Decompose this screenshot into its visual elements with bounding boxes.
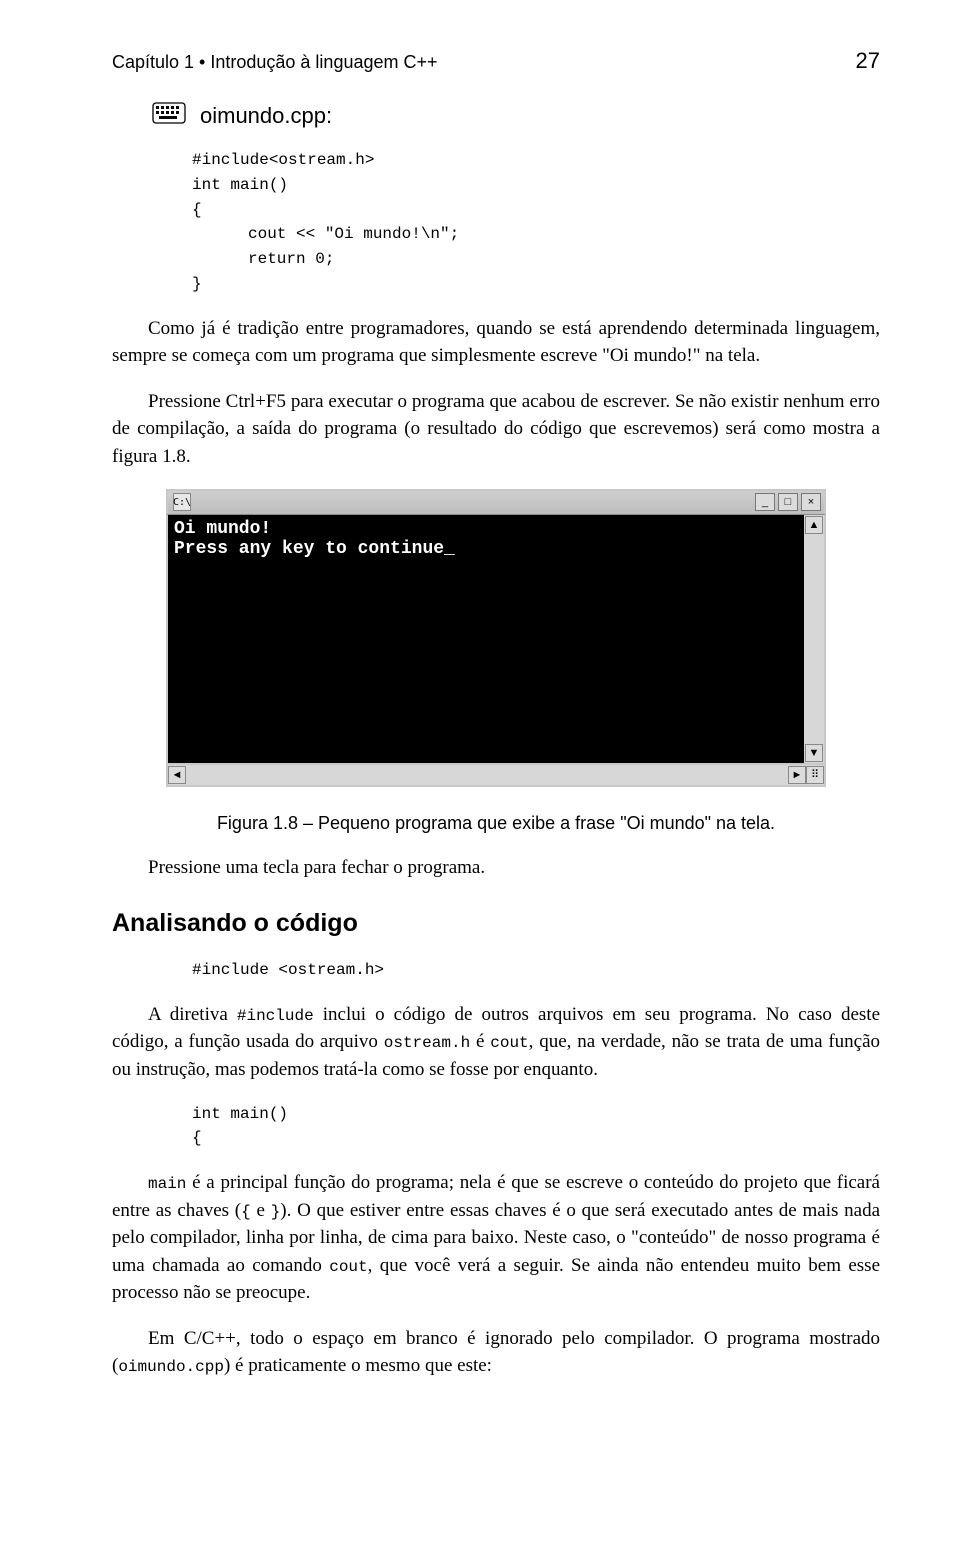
console-body-wrap: Oi mundo! Press any key to continue_ ▲ ▼ xyxy=(166,515,826,765)
running-head: Capítulo 1 • Introdução à linguagem C++ … xyxy=(112,48,880,74)
inline-code: cout xyxy=(490,1034,528,1052)
inline-code: ostream.h xyxy=(384,1034,470,1052)
code-line: { xyxy=(192,201,202,219)
paragraph: Como já é tradição entre programadores, … xyxy=(112,315,880,370)
paragraph: Pressione Ctrl+F5 para executar o progra… xyxy=(112,388,880,471)
page-number: 27 xyxy=(856,48,880,74)
paragraph: main é a principal função do programa; n… xyxy=(112,1169,880,1307)
console-line: Press any key to continue_ xyxy=(174,539,455,559)
section-heading: Analisando o código xyxy=(112,909,880,938)
console-titlebar: C:\ _ □ × xyxy=(166,489,826,515)
horizontal-scrollbar[interactable]: ◄ ► ⠿ xyxy=(166,765,826,787)
paragraph: A diretiva #include inclui o código de o… xyxy=(112,1001,880,1084)
text: e xyxy=(251,1200,271,1221)
text: A diretiva xyxy=(148,1004,237,1025)
code-line: #include <ostream.h> xyxy=(192,961,384,979)
inline-code: } xyxy=(271,1203,281,1221)
console-line: Oi mundo! xyxy=(174,519,271,539)
scroll-track[interactable] xyxy=(804,535,824,743)
text: ) é praticamente o mesmo que este: xyxy=(224,1355,492,1376)
paragraph: Em C/C++, todo o espaço em branco é igno… xyxy=(112,1325,880,1380)
code-listing-1: #include<ostream.h> int main() { cout <<… xyxy=(192,148,880,297)
minimize-button[interactable]: _ xyxy=(755,493,775,511)
scroll-down-icon[interactable]: ▼ xyxy=(805,744,823,762)
code-line: return 0; xyxy=(192,247,880,272)
code-line: } xyxy=(192,275,202,293)
text: é xyxy=(470,1031,490,1052)
file-line: oimundo.cpp: xyxy=(152,102,880,130)
inline-code: oimundo.cpp xyxy=(118,1358,224,1376)
inline-code: #include xyxy=(237,1007,314,1025)
code-line: cout << "Oi mundo!\n"; xyxy=(192,222,880,247)
vertical-scrollbar[interactable]: ▲ ▼ xyxy=(804,515,824,763)
page: Capítulo 1 • Introdução à linguagem C++ … xyxy=(0,0,960,1547)
file-name: oimundo.cpp: xyxy=(200,103,332,129)
scroll-up-icon[interactable]: ▲ xyxy=(805,516,823,534)
code-line: { xyxy=(192,1129,202,1147)
keyboard-icon xyxy=(152,102,186,130)
chapter-title: Capítulo 1 • Introdução à linguagem C++ xyxy=(112,52,438,73)
inline-code: cout xyxy=(329,1258,367,1276)
paragraph: Pressione uma tecla para fechar o progra… xyxy=(112,854,880,882)
inline-code: main xyxy=(148,1175,186,1193)
console-output: Oi mundo! Press any key to continue_ xyxy=(168,515,804,763)
console-window: C:\ _ □ × Oi mundo! Press any key to con… xyxy=(166,489,826,787)
code-listing-2: #include <ostream.h> xyxy=(192,958,880,983)
code-line: #include<ostream.h> xyxy=(192,151,374,169)
maximize-button[interactable]: □ xyxy=(778,493,798,511)
figure-caption: Figura 1.8 – Pequeno programa que exibe … xyxy=(112,813,880,834)
code-line: int main() xyxy=(192,176,288,194)
code-line: int main() xyxy=(192,1105,288,1123)
scroll-right-icon[interactable]: ► xyxy=(788,766,806,784)
console-system-menu-icon[interactable]: C:\ xyxy=(173,493,191,511)
code-listing-3: int main() { xyxy=(192,1102,880,1152)
inline-code: { xyxy=(241,1203,251,1221)
resize-grip-icon[interactable]: ⠿ xyxy=(806,766,824,784)
close-button[interactable]: × xyxy=(801,493,821,511)
titlebar-buttons: _ □ × xyxy=(755,493,821,511)
scroll-left-icon[interactable]: ◄ xyxy=(168,766,186,784)
